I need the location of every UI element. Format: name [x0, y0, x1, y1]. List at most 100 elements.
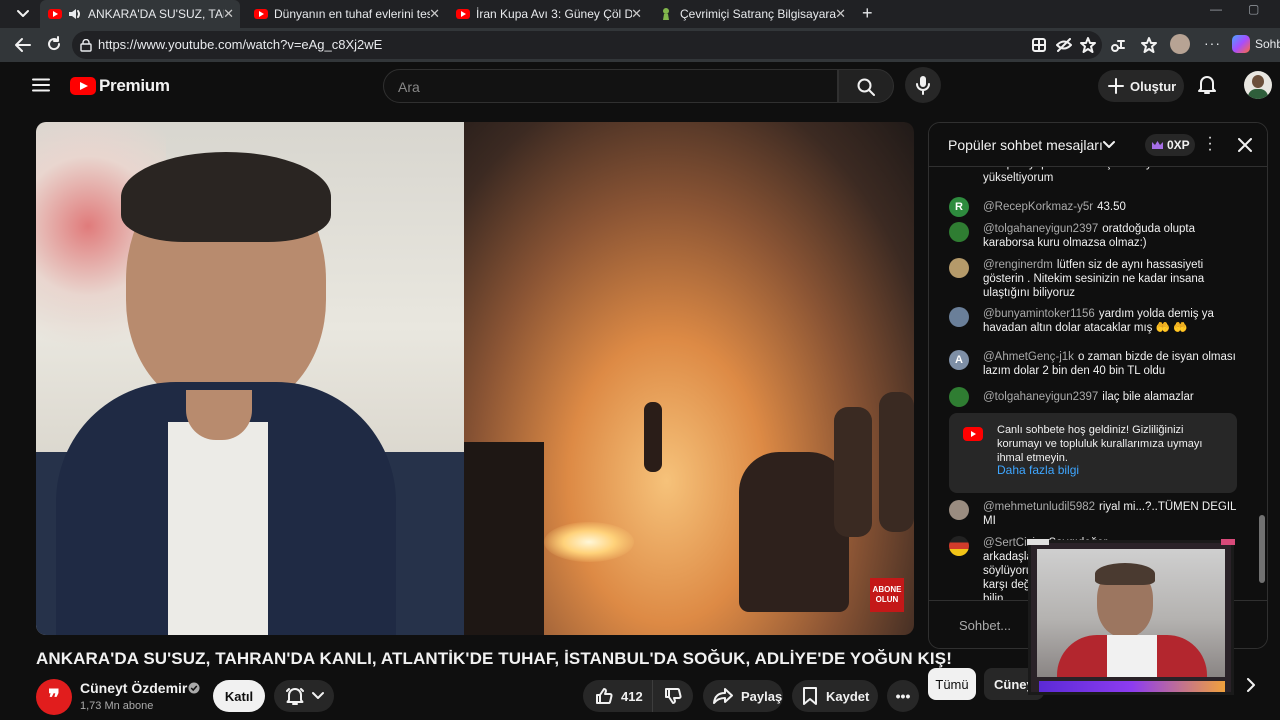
minimize-icon[interactable]: — [1210, 2, 1222, 16]
hamburger-menu-icon[interactable] [32, 78, 50, 92]
chat-message: @tolgahaneyigun2397 oratdoğuda olupta kar… [949, 222, 1247, 250]
badge-line-1: ABONE [872, 585, 902, 594]
address-bar[interactable]: https://www.youtube.com/watch?v=eAg_c8Xj… [72, 31, 1102, 59]
chat-scrollbar[interactable] [1259, 173, 1265, 593]
bookmark-icon [803, 687, 817, 705]
favorite-star-icon[interactable] [1080, 37, 1096, 53]
youtube-play-logo-icon [963, 427, 983, 441]
url-text[interactable]: https://www.youtube.com/watch?v=eAg_c8Xj… [98, 37, 382, 52]
youtube-favicon-icon [456, 9, 470, 19]
join-button[interactable]: Katıl [213, 680, 265, 712]
chat-menu-icon[interactable]: · · · [1205, 130, 1215, 158]
chat-author[interactable]: @tolgahaneyigun2397 [983, 223, 1098, 235]
thumbs-down-icon [665, 688, 682, 704]
chat-avatar [949, 307, 969, 327]
share-icon [713, 688, 733, 704]
chat-avatar [949, 500, 969, 520]
like-dislike-group: 412 [583, 680, 693, 712]
back-arrow-icon[interactable] [14, 37, 32, 53]
dislike-button[interactable] [653, 680, 693, 712]
chat-author[interactable]: @bunyamintoker1156 [983, 308, 1095, 320]
microphone-icon [916, 76, 930, 95]
share-button[interactable]: Paylaş [703, 680, 783, 712]
extensions-icon[interactable] [1110, 37, 1126, 53]
subscribed-bell-button[interactable] [274, 680, 334, 712]
subscribe-overlay-badge: ABONE OLUN [870, 578, 904, 612]
chevron-down-icon[interactable] [1103, 140, 1115, 150]
welcome-text: Canlı sohbete hoş geldiniz! Gizliliğiniz… [997, 424, 1203, 464]
chat-message: R @RecepKorkmaz-y5r 43.50 [949, 197, 1247, 217]
tab-weird-houses[interactable]: Dünyanın en tuhaf evlerini test ett ✕ [246, 0, 446, 28]
logo-premium-text: Premium [99, 76, 170, 95]
channel-avatar[interactable]: ❞ [36, 679, 72, 715]
copilot-icon[interactable] [1232, 35, 1250, 53]
create-button[interactable]: Oluştur [1098, 70, 1184, 102]
chat-welcome-banner: Canlı sohbete hoş geldiniz! Gizliliğiniz… [949, 413, 1237, 493]
subscriber-count: 1,73 Mn abone [80, 700, 154, 712]
chat-input-field[interactable]: Sohbet... [959, 618, 1011, 633]
bell-icon [286, 688, 304, 705]
create-label: Oluştur [1130, 78, 1177, 94]
search-placeholder: Ara [398, 79, 420, 95]
channel-name[interactable]: Cüneyt Özdemir [80, 680, 187, 696]
close-tab-icon[interactable]: ✕ [835, 6, 846, 22]
speaker-icon[interactable] [68, 8, 82, 20]
save-button[interactable]: Kaydet [792, 680, 878, 712]
join-label: Katıl [224, 688, 254, 704]
tab-video-current[interactable]: ANKARA'DA SU'SUZ, TAHRAN'DA KAN ✕ [40, 0, 240, 28]
search-button[interactable] [838, 69, 894, 103]
chat-scrollbar-thumb[interactable] [1259, 515, 1265, 583]
chess-pawn-icon [663, 8, 669, 20]
favorites-icon[interactable] [1140, 36, 1158, 54]
chat-author[interactable]: @tolgahaneyigun2397 [983, 391, 1098, 403]
search-icon [857, 78, 875, 96]
browser-toolbar: https://www.youtube.com/watch?v=eAg_c8Xj… [0, 28, 1280, 62]
youtube-logo[interactable]: Premium [70, 76, 170, 96]
badge-line-2: OLUN [875, 595, 899, 604]
more-actions-icon[interactable]: ••• [887, 680, 919, 712]
site-info-icon[interactable] [80, 39, 92, 52]
account-avatar[interactable] [1244, 71, 1272, 99]
points-badge[interactable]: 0XP [1145, 134, 1195, 156]
like-button[interactable]: 412 [583, 680, 653, 712]
maximize-icon[interactable]: ▢ [1248, 2, 1259, 16]
chat-author[interactable]: @RecepKorkmaz-y5r [983, 201, 1093, 213]
notifications-bell-icon[interactable] [1198, 75, 1216, 95]
like-count: 412 [621, 688, 643, 704]
close-tab-icon[interactable]: ✕ [429, 6, 440, 22]
points-value: 0XP [1167, 138, 1190, 152]
tracking-prevention-icon[interactable] [1056, 38, 1072, 52]
close-tab-icon[interactable]: ✕ [631, 6, 642, 22]
tab-chess[interactable]: Çevrimiçi Satranç Bilgisayara Karşı ✕ [652, 0, 852, 28]
voice-search-button[interactable] [905, 67, 941, 103]
chat-author[interactable]: @renginerdm [983, 259, 1053, 271]
app-available-icon[interactable] [1032, 38, 1046, 52]
copilot-label[interactable]: Sohb [1255, 37, 1280, 51]
video-player[interactable]: ABONE OLUN [36, 122, 914, 635]
profile-avatar[interactable] [1170, 34, 1190, 54]
chat-message: @bunyamintoker1156 yardım yolda demiş ya … [949, 307, 1247, 335]
learn-more-link[interactable]: Daha fazla bilgi [997, 463, 1079, 477]
chat-author[interactable]: @mehmetunludil5982 [983, 501, 1095, 513]
chat-avatar: A [949, 350, 969, 370]
chat-message: A @AhmetGenç-j1k o zaman bizde de isyan o… [949, 350, 1247, 378]
chat-message: @renginerdm lütfen siz de aynı hassasiyet… [949, 258, 1247, 300]
tab-iran-cup[interactable]: İran Kupa Avı 3: Güney Çöl Dağ Ke ✕ [448, 0, 648, 28]
video-title: ANKARA'DA SU'SUZ, TAHRAN'DA KANLI, ATLAN… [36, 649, 952, 668]
plus-icon [1108, 78, 1124, 94]
chat-author[interactable]: @AhmetGenç-j1k [983, 351, 1074, 363]
browser-menu-icon[interactable]: ··· [1204, 35, 1221, 51]
reload-icon[interactable] [46, 36, 62, 52]
search-input[interactable]: Ara [383, 69, 838, 103]
chevron-down-icon [312, 692, 324, 699]
chat-mode-title[interactable]: Popüler sohbet mesajları [948, 137, 1103, 153]
chat-avatar [949, 222, 969, 242]
chevron-right-icon[interactable] [1246, 678, 1256, 692]
close-chat-icon[interactable] [1238, 138, 1252, 152]
tab-list-chevron-icon[interactable] [16, 8, 30, 20]
chip-all[interactable]: Tümü [928, 668, 976, 700]
chat-message-text: ilaç bile alamazlar [1102, 391, 1194, 403]
new-tab-icon[interactable]: + [862, 3, 873, 24]
close-tab-icon[interactable]: ✕ [223, 6, 234, 22]
thumbs-up-icon [596, 688, 613, 704]
